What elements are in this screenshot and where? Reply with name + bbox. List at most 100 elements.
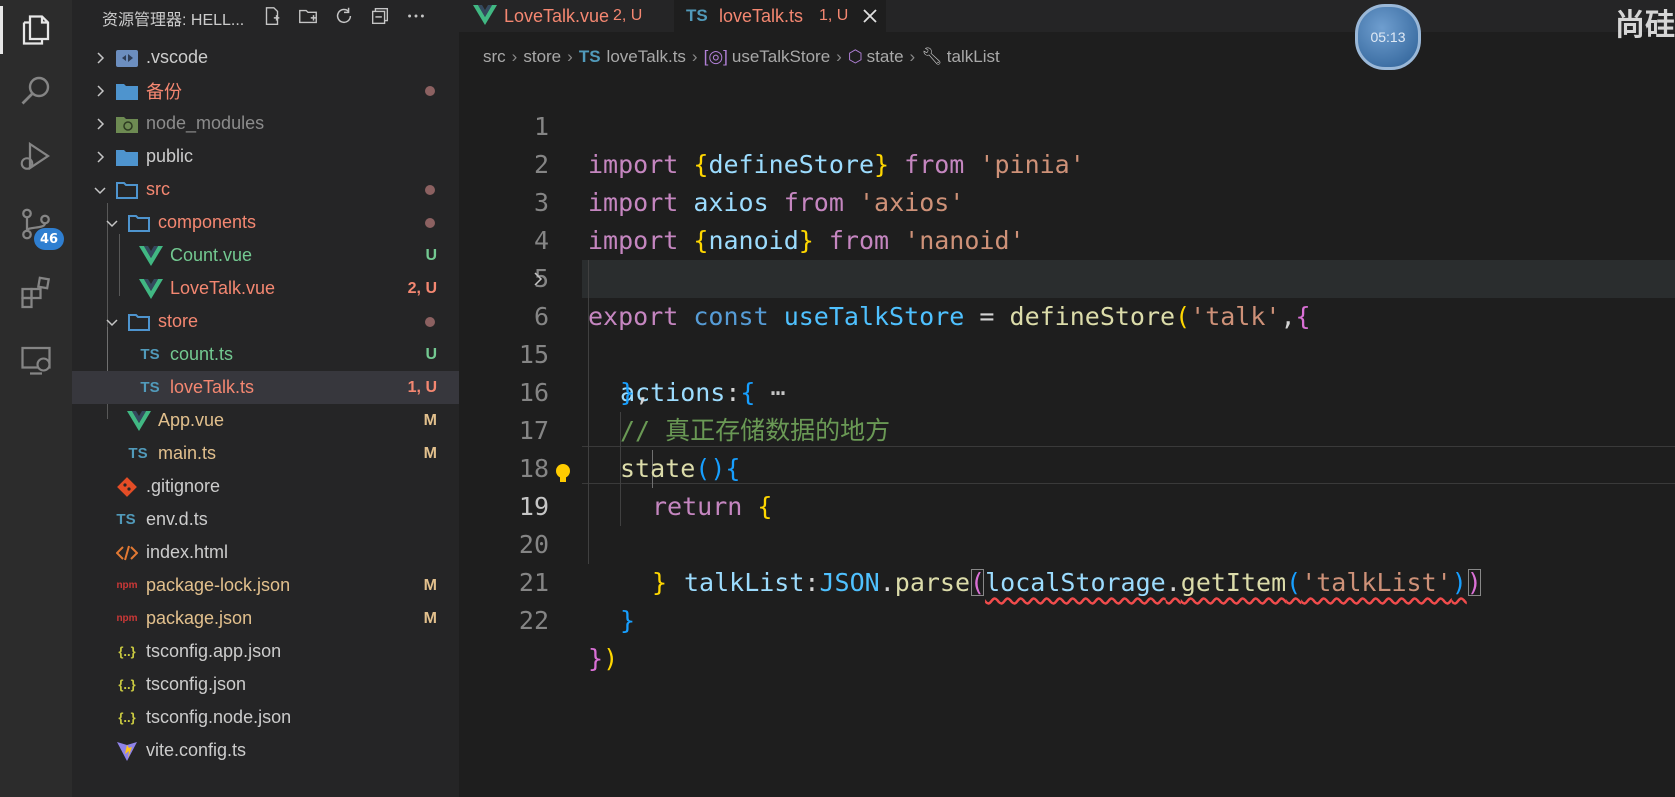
json-icon: {..} xyxy=(118,710,136,725)
tree-item-components[interactable]: components xyxy=(72,206,459,239)
tree-item-count-vue[interactable]: Count.vue U xyxy=(72,239,459,272)
breadcrumb-talklist[interactable]: talkList xyxy=(947,47,1000,67)
tree-item-tsconfig-app-json[interactable]: {..} tsconfig.app.json xyxy=(72,635,459,668)
tab-label: LoveTalk.vue xyxy=(504,5,610,26)
npm-icon: npm xyxy=(116,613,138,624)
tree-item-node-modules[interactable]: node_modules xyxy=(72,107,459,140)
tree-item-label: loveTalk.ts xyxy=(170,377,255,397)
tree-item-package-json[interactable]: npm package.json M xyxy=(72,602,459,635)
vue-file-icon xyxy=(127,409,151,433)
tree-item-label: index.html xyxy=(146,542,229,562)
git-status: M xyxy=(423,576,437,594)
close-icon[interactable] xyxy=(860,6,880,31)
vue-file-icon xyxy=(473,5,497,30)
tree-item-backup[interactable]: 备份 xyxy=(72,74,459,107)
code-line: 3 import {nanoid} from 'nanoid' xyxy=(459,146,1675,255)
extensions-icon[interactable] xyxy=(0,262,72,322)
new-folder-icon[interactable] xyxy=(290,2,326,30)
tree-item-lovetalk-vue[interactable]: LoveTalk.vue 2, U xyxy=(72,272,459,305)
git-status: M xyxy=(423,444,437,462)
breadcrumb-state[interactable]: state xyxy=(867,47,904,67)
tree-item-lovetalk-ts[interactable]: TS loveTalk.ts 1, U xyxy=(72,371,459,404)
typescript-icon: TS xyxy=(686,6,708,25)
chevron-right-icon xyxy=(97,84,105,97)
git-status: U xyxy=(425,246,437,264)
tree-item-store[interactable]: store xyxy=(72,305,459,338)
tree-item-label: count.ts xyxy=(170,344,234,364)
vue-file-icon xyxy=(139,277,163,301)
explorer-title: 资源管理器: HELL... xyxy=(102,12,245,29)
editor-tab-bar: LoveTalk.vue 2, U TS loveTalk.ts 1, U xyxy=(459,0,1675,32)
typescript-icon: TS xyxy=(128,445,148,462)
code-editor[interactable]: 1 import {defineStore} from 'pinia' 2 im… xyxy=(459,76,1675,797)
remote-explorer-icon[interactable] xyxy=(0,330,72,390)
run-debug-icon[interactable] xyxy=(0,126,72,186)
tree-item-label: store xyxy=(158,311,199,331)
tree-item-gitignore[interactable]: .gitignore xyxy=(72,470,459,503)
chevron-down-icon xyxy=(94,186,106,194)
tree-item-package-lock-json[interactable]: npm package-lock.json M xyxy=(72,569,459,602)
source-control-badge: 46 xyxy=(34,228,64,250)
git-status: 1, U xyxy=(407,378,437,396)
tree-item-label: vite.config.ts xyxy=(146,740,247,760)
tree-item-index-html[interactable]: index.html xyxy=(72,536,459,569)
collapse-all-icon[interactable] xyxy=(362,2,398,30)
tree-item-tsconfig-json[interactable]: {..} tsconfig.json xyxy=(72,668,459,701)
more-actions-icon[interactable] xyxy=(398,2,434,30)
search-icon[interactable] xyxy=(0,60,72,120)
tree-item-public[interactable]: public xyxy=(72,140,459,173)
tree-item-label: .gitignore xyxy=(146,476,221,496)
node-folder-icon xyxy=(115,112,139,136)
tree-item-label: tsconfig.app.json xyxy=(146,641,282,661)
tree-item-label: public xyxy=(146,146,194,166)
chevron-right-icon: › xyxy=(909,47,916,66)
file-tree: .vscode 备份 node_modules public src compo… xyxy=(72,41,459,767)
git-status: U xyxy=(425,345,437,363)
new-file-icon[interactable] xyxy=(254,2,290,30)
tab-lovetalk-vue[interactable]: LoveTalk.vue 2, U xyxy=(459,0,674,32)
breadcrumb-store[interactable]: store xyxy=(523,47,561,67)
tree-item-label: App.vue xyxy=(158,410,225,430)
refresh-icon[interactable] xyxy=(326,2,362,30)
code-line: 21 } xyxy=(459,526,1675,635)
typescript-icon: TS xyxy=(578,47,601,66)
git-icon xyxy=(115,475,139,499)
tree-item-vscode[interactable]: .vscode xyxy=(72,41,459,74)
tree-item-label: node_modules xyxy=(146,113,265,133)
tree-item-app-vue[interactable]: App.vue M xyxy=(72,404,459,437)
tree-item-label: main.ts xyxy=(158,443,217,463)
code-line: 2 import axios from 'axios' xyxy=(459,108,1675,217)
source-control-icon[interactable]: 46 xyxy=(0,194,72,254)
chevron-right-icon: › xyxy=(511,47,518,66)
variable-icon: [◎] xyxy=(703,47,728,66)
explorer-icon[interactable] xyxy=(0,0,72,60)
tab-lovetalk-ts[interactable]: TS loveTalk.ts 1, U xyxy=(674,0,886,32)
breadcrumb-src[interactable]: src xyxy=(483,47,506,67)
tree-item-tsconfig-node-json[interactable]: {..} tsconfig.node.json xyxy=(72,701,459,734)
activity-bar: 46 xyxy=(0,0,72,797)
tree-item-label: env.d.ts xyxy=(146,509,208,529)
code-line: 4 xyxy=(459,184,1675,255)
git-status: 2, U xyxy=(407,279,437,297)
tree-item-env-d-ts[interactable]: TS env.d.ts xyxy=(72,503,459,536)
breadcrumb-file[interactable]: loveTalk.ts xyxy=(607,47,686,67)
recording-timer: 05:13 xyxy=(1355,4,1421,70)
tree-item-src[interactable]: src xyxy=(72,173,459,206)
tree-item-label: Count.vue xyxy=(170,245,253,265)
code-line: 1 import {defineStore} from 'pinia' xyxy=(459,70,1675,179)
breadcrumb-usetalkstore[interactable]: useTalkStore xyxy=(732,47,830,67)
chevron-right-icon: › xyxy=(836,47,842,66)
typescript-icon: TS xyxy=(140,379,160,396)
tree-item-vite-config-ts[interactable]: vite.config.ts xyxy=(72,734,459,767)
open-folder-icon xyxy=(127,310,151,334)
chevron-right-icon: › xyxy=(567,47,573,66)
git-status: M xyxy=(423,609,437,627)
chevron-right-icon xyxy=(97,51,105,64)
tree-item-main-ts[interactable]: TS main.ts M xyxy=(72,437,459,470)
tree-item-label: package-lock.json xyxy=(146,575,291,595)
tree-item-label: package.json xyxy=(146,608,253,628)
tree-item-label: src xyxy=(146,179,170,199)
tree-item-count-ts[interactable]: TS count.ts U xyxy=(72,338,459,371)
open-folder-icon xyxy=(127,211,151,235)
folder-icon xyxy=(115,145,139,169)
